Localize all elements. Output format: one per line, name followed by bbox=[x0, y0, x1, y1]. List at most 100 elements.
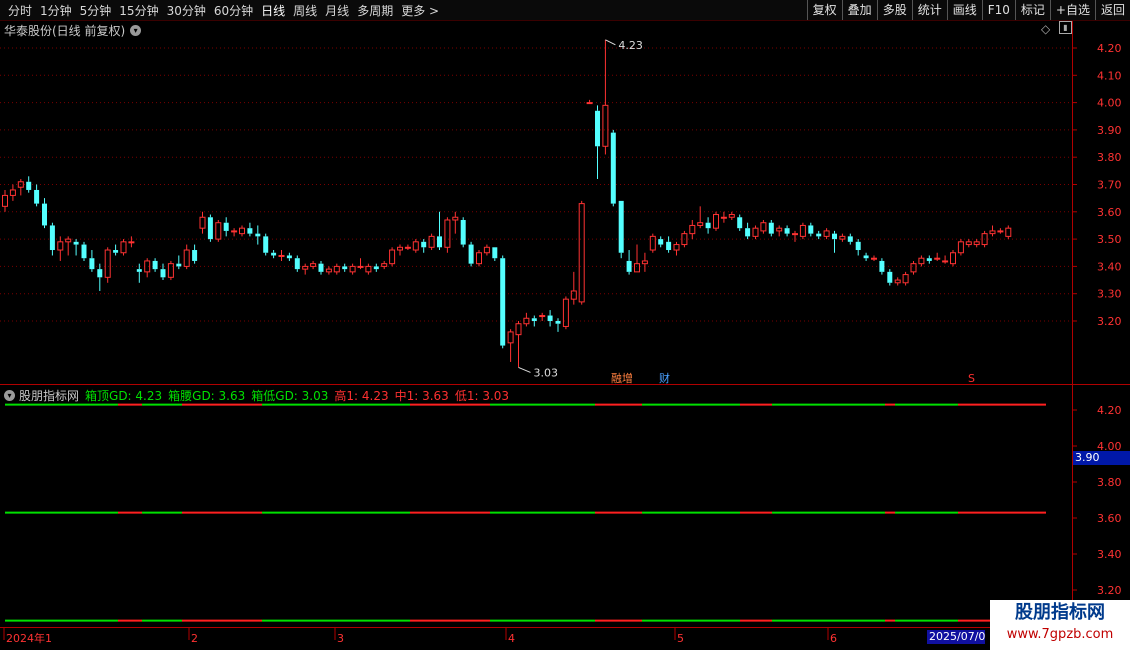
candle bbox=[500, 255, 506, 349]
candle-body bbox=[539, 315, 546, 318]
period-tab-8[interactable]: 月线 bbox=[325, 2, 349, 19]
candle-body bbox=[910, 263, 917, 273]
candle bbox=[2, 189, 8, 212]
candle-body bbox=[176, 263, 182, 267]
candle-body bbox=[942, 260, 949, 263]
period-tab-7[interactable]: 周线 bbox=[293, 2, 317, 19]
candle-body bbox=[816, 233, 822, 237]
candle bbox=[421, 239, 427, 253]
candle bbox=[223, 217, 229, 237]
candle-body bbox=[136, 269, 142, 272]
indicator-y-tick-label: 4.20 bbox=[1097, 404, 1122, 417]
period-tab-2[interactable]: 5分钟 bbox=[80, 2, 112, 19]
period-tab-4[interactable]: 30分钟 bbox=[167, 2, 206, 19]
candle bbox=[144, 258, 151, 278]
toolbar-button-1[interactable]: 叠加 bbox=[841, 0, 877, 20]
candle-body bbox=[957, 241, 964, 254]
candle bbox=[128, 236, 135, 248]
toolbar-button-7[interactable]: +自选 bbox=[1049, 0, 1095, 20]
candle-body bbox=[286, 255, 292, 259]
candle bbox=[73, 239, 79, 256]
candle bbox=[910, 260, 917, 275]
candle bbox=[934, 252, 941, 261]
period-tab-0[interactable]: 分时 bbox=[8, 2, 32, 19]
toolbar-button-0[interactable]: 复权 bbox=[806, 0, 842, 20]
candle-body bbox=[428, 235, 435, 248]
period-tab-3[interactable]: 15分钟 bbox=[119, 2, 158, 19]
candle-body bbox=[847, 236, 853, 242]
toolbar-button-4[interactable]: 画线 bbox=[946, 0, 982, 20]
period-tab-5[interactable]: 60分钟 bbox=[214, 2, 253, 19]
candle bbox=[673, 241, 680, 256]
toolbar-button-8[interactable]: 返回 bbox=[1094, 0, 1130, 20]
diamond-icon[interactable]: ◇ bbox=[1041, 22, 1050, 36]
candle bbox=[879, 258, 885, 275]
chevron-down-icon[interactable]: ▾ bbox=[4, 390, 15, 401]
cursor-date-label: 2025/07/0 bbox=[927, 630, 986, 644]
candle-body bbox=[476, 252, 482, 265]
panel-layout-icon[interactable]: ▮ bbox=[1059, 21, 1072, 34]
candle-body bbox=[342, 266, 348, 270]
candle bbox=[863, 252, 869, 261]
candle-body bbox=[649, 235, 656, 251]
candle-body bbox=[412, 241, 419, 251]
candle bbox=[263, 233, 269, 256]
candle bbox=[570, 271, 577, 305]
candle bbox=[365, 263, 372, 275]
candle bbox=[989, 225, 996, 237]
candle bbox=[294, 255, 300, 272]
candle-body bbox=[255, 233, 261, 237]
candle bbox=[444, 217, 451, 253]
candle-body bbox=[373, 266, 379, 270]
candle bbox=[167, 260, 174, 281]
indicator-y-tick-label: 3.80 bbox=[1097, 476, 1122, 489]
candle bbox=[207, 214, 213, 242]
candle-body bbox=[618, 200, 624, 253]
candle bbox=[492, 247, 498, 261]
toolbar-button-3[interactable]: 统计 bbox=[911, 0, 947, 20]
y-tick-label: 4.20 bbox=[1097, 42, 1122, 55]
candle-body bbox=[981, 233, 988, 246]
candle-body bbox=[17, 181, 24, 188]
candle-body bbox=[934, 257, 941, 260]
candle-body bbox=[784, 228, 790, 234]
candle bbox=[737, 214, 743, 231]
candle bbox=[847, 233, 853, 245]
candle-body bbox=[34, 189, 40, 204]
candle bbox=[120, 239, 127, 256]
candle-body bbox=[950, 252, 956, 265]
candle-body bbox=[294, 258, 300, 270]
indicator-name[interactable]: 股朋指标网 bbox=[19, 387, 79, 404]
candle bbox=[247, 222, 253, 237]
candle-body bbox=[570, 290, 577, 300]
candle-body bbox=[183, 249, 190, 267]
candle bbox=[562, 296, 569, 330]
candle-body bbox=[634, 263, 640, 273]
candle-body bbox=[515, 323, 522, 336]
chevron-down-icon[interactable]: ▾ bbox=[130, 25, 142, 36]
candle bbox=[832, 230, 837, 253]
candle bbox=[325, 266, 332, 275]
candle bbox=[926, 255, 932, 264]
period-tab-6[interactable]: 日线 bbox=[261, 2, 285, 19]
candle-body bbox=[863, 255, 869, 259]
toolbar-button-5[interactable]: F10 bbox=[981, 0, 1015, 20]
candle bbox=[507, 329, 514, 362]
period-tab-1[interactable]: 1分钟 bbox=[40, 2, 72, 19]
candle-body bbox=[2, 194, 8, 207]
candle-body bbox=[192, 250, 198, 261]
candle bbox=[476, 250, 482, 267]
candle bbox=[136, 263, 142, 283]
candle bbox=[634, 244, 640, 273]
toolbar-button-2[interactable]: 多股 bbox=[876, 0, 912, 20]
kline-chart[interactable]: 4.20 4.10 4.00 3.90 3.80 3.70 3.60 3.50 3.40 3.30… bbox=[0, 0, 1130, 650]
candle-body bbox=[752, 227, 759, 237]
period-tab-10[interactable]: 更多 > bbox=[401, 2, 439, 19]
candle bbox=[57, 236, 64, 261]
toolbar-button-6[interactable]: 标记 bbox=[1014, 0, 1050, 20]
period-tab-9[interactable]: 多周期 bbox=[357, 2, 393, 19]
candle-body bbox=[144, 260, 151, 273]
y-tick-label: 3.60 bbox=[1097, 206, 1122, 219]
candle-body bbox=[745, 228, 751, 237]
candle-body bbox=[626, 260, 632, 272]
